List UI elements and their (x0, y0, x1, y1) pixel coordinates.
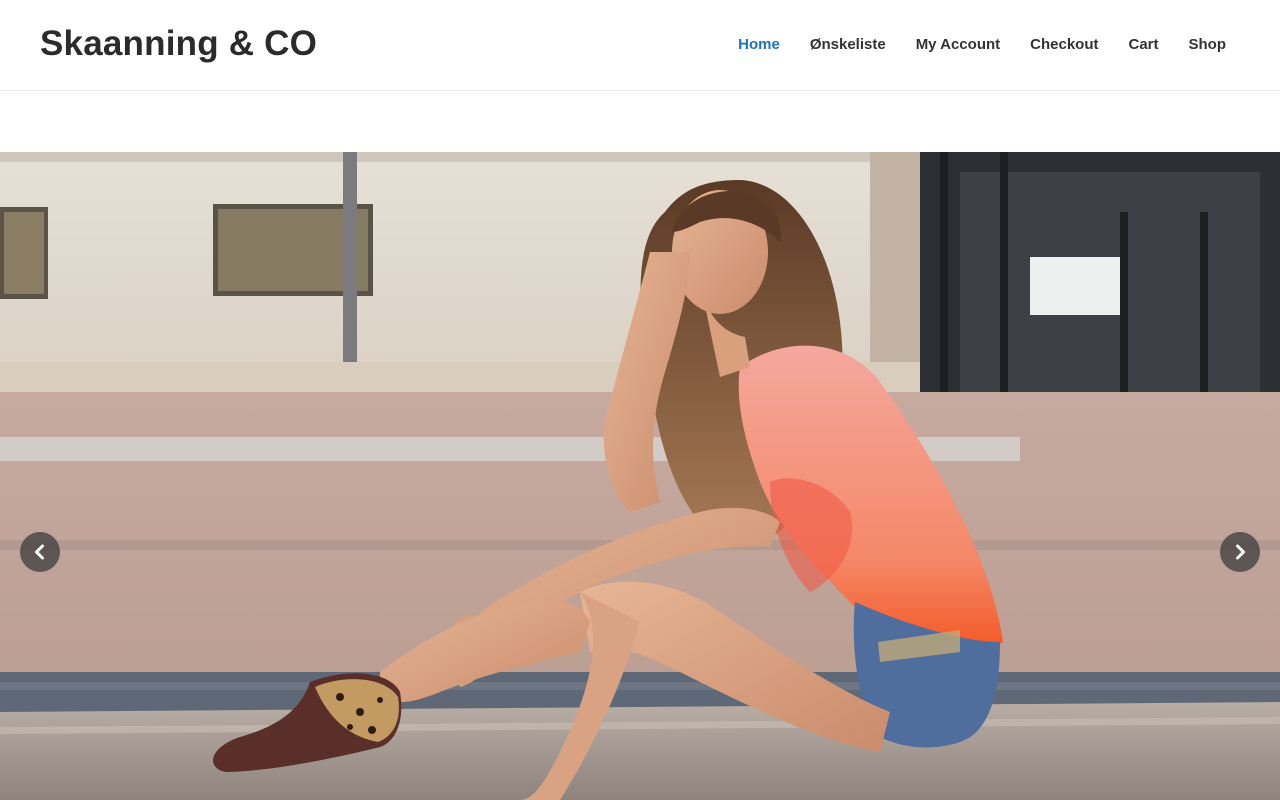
site-header: Skaanning & CO Home Ønskeliste My Accoun… (0, 0, 1280, 91)
nav-item-cart[interactable]: Cart (1128, 34, 1158, 56)
nav-item-checkout[interactable]: Checkout (1030, 34, 1098, 56)
nav-item-wishlist[interactable]: Ønskeliste (810, 34, 886, 56)
nav-item-my-account[interactable]: My Account (916, 34, 1000, 56)
nav-item-home[interactable]: Home (738, 34, 780, 56)
slider-next-button[interactable] (1220, 532, 1260, 572)
nav-item-shop[interactable]: Shop (1189, 34, 1227, 56)
site-title[interactable]: Skaanning & CO (40, 24, 317, 64)
chevron-left-icon (35, 544, 44, 560)
hero-image (0, 152, 1280, 800)
slider-prev-button[interactable] (20, 532, 60, 572)
hero-slider (0, 152, 1280, 800)
chevron-right-icon (1236, 544, 1245, 560)
main-nav: Home Ønskeliste My Account Checkout Cart… (738, 34, 1226, 56)
